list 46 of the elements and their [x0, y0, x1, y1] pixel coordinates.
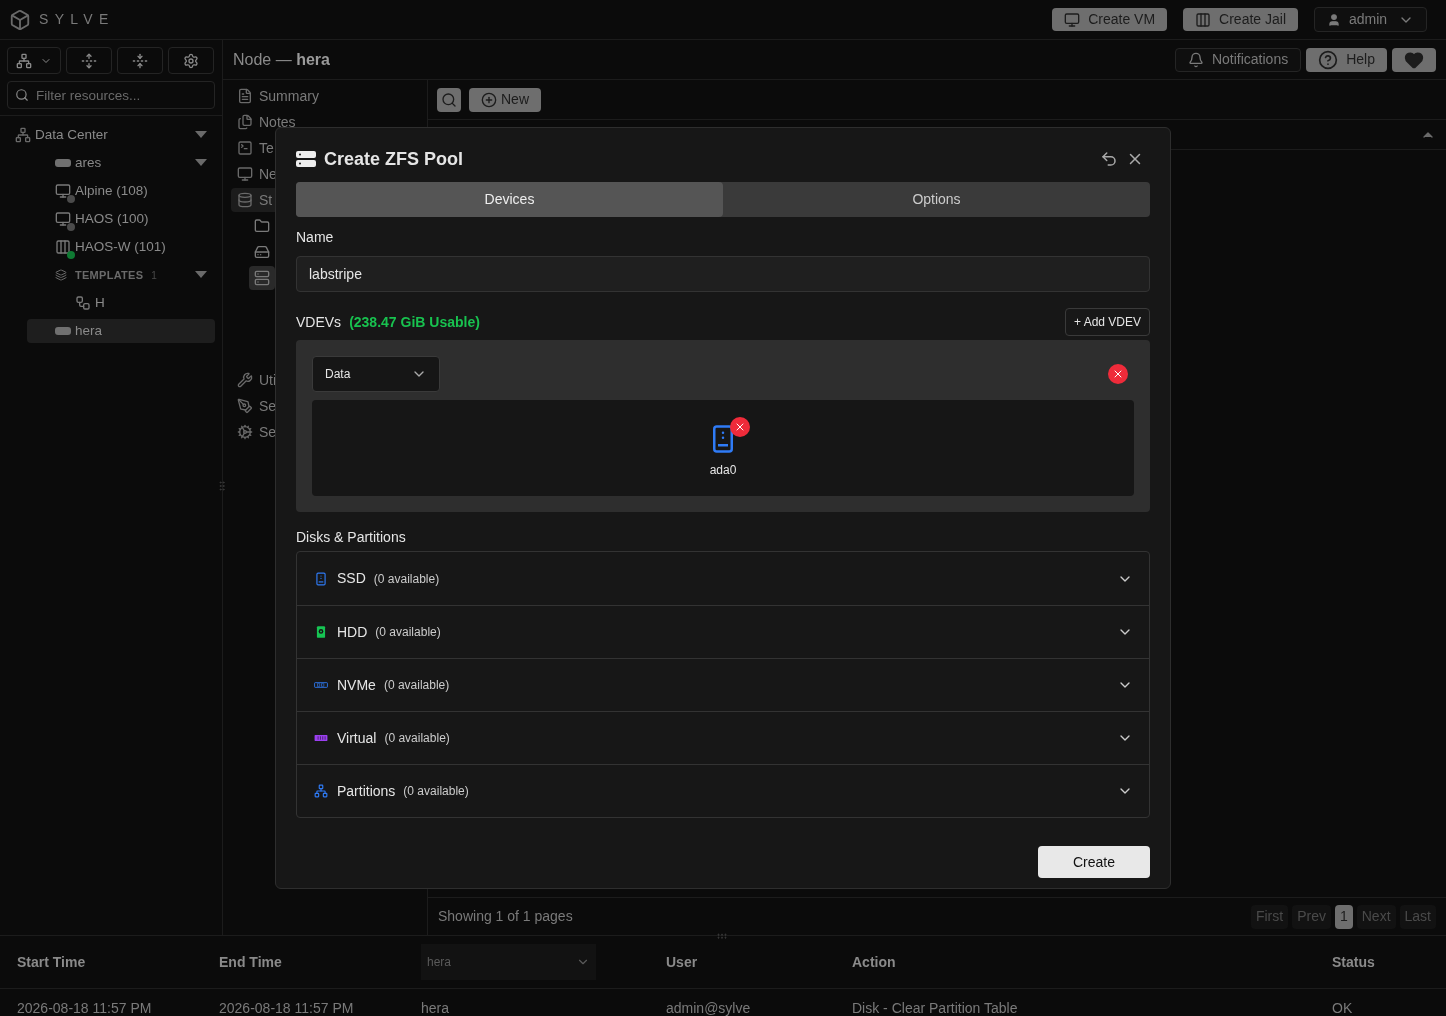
section-label: Disks & Partitions	[296, 528, 407, 547]
column-header: Action	[852, 952, 897, 972]
logo-text: SYLVE	[39, 10, 115, 29]
disk-group-label: HDD	[337, 622, 368, 642]
column-header: Status	[1332, 952, 1376, 972]
available-count: (0 available)	[375, 624, 441, 641]
disk-group-label: Partitions	[337, 781, 396, 801]
nav-label: Se	[259, 396, 277, 416]
nav-label: Notes	[259, 112, 296, 132]
dialog-title: Create ZFS Pool	[324, 147, 464, 171]
available-count: (0 available)	[403, 783, 469, 800]
tree-item-label: ares	[75, 153, 102, 172]
count-label: 1	[151, 268, 157, 283]
column-header: Start Time	[17, 952, 87, 972]
available-count: (0 available)	[383, 677, 450, 694]
pagination-summary: Showing 1 of 1 pages	[438, 907, 573, 926]
nav-label: Se	[259, 422, 277, 442]
page-title: Node — hera	[233, 49, 330, 70]
disk-group-label: NVMe	[337, 675, 376, 695]
field-label: VDEVs	[296, 312, 342, 332]
device-name: ada0	[709, 462, 737, 479]
disk-group-label: Virtual	[337, 728, 377, 748]
table-cell-text: 2026-08-18 11:57 PM	[17, 999, 153, 1016]
available-count: (0 available)	[384, 730, 450, 747]
table-cell-text: 2026-08-18 11:57 PM	[219, 999, 355, 1016]
nav-label: Uti	[259, 370, 277, 390]
tree-item-label: Alpine (108)	[75, 181, 148, 200]
disk-group-label: SSD	[337, 569, 366, 588]
nav-label: Summary	[259, 86, 319, 106]
available-count: (0 available)	[373, 570, 440, 588]
column-header: End Time	[219, 952, 283, 972]
tree-item-label: TEMPLATES	[75, 267, 144, 283]
tree-item-label: HAOS-W (101)	[75, 237, 166, 256]
nav-label: St	[259, 190, 273, 210]
table-cell-text: admin@sylve	[666, 999, 752, 1016]
tree-item-label: hera	[75, 321, 103, 340]
tree-item-label: Data Center	[35, 125, 108, 144]
usable-capacity: (238.47 GiB Usable)	[349, 312, 480, 332]
tree-item-label: HAOS (100)	[75, 209, 149, 228]
table-cell-text: Disk - Clear Partition Table	[852, 999, 1019, 1016]
table-cell-text: hera	[421, 999, 451, 1016]
column-header: User	[666, 952, 699, 972]
nav-label: Te	[259, 138, 274, 158]
field-label: Name	[296, 228, 335, 247]
tree-item-label: H	[95, 293, 105, 312]
table-cell-text: OK	[1332, 999, 1354, 1016]
